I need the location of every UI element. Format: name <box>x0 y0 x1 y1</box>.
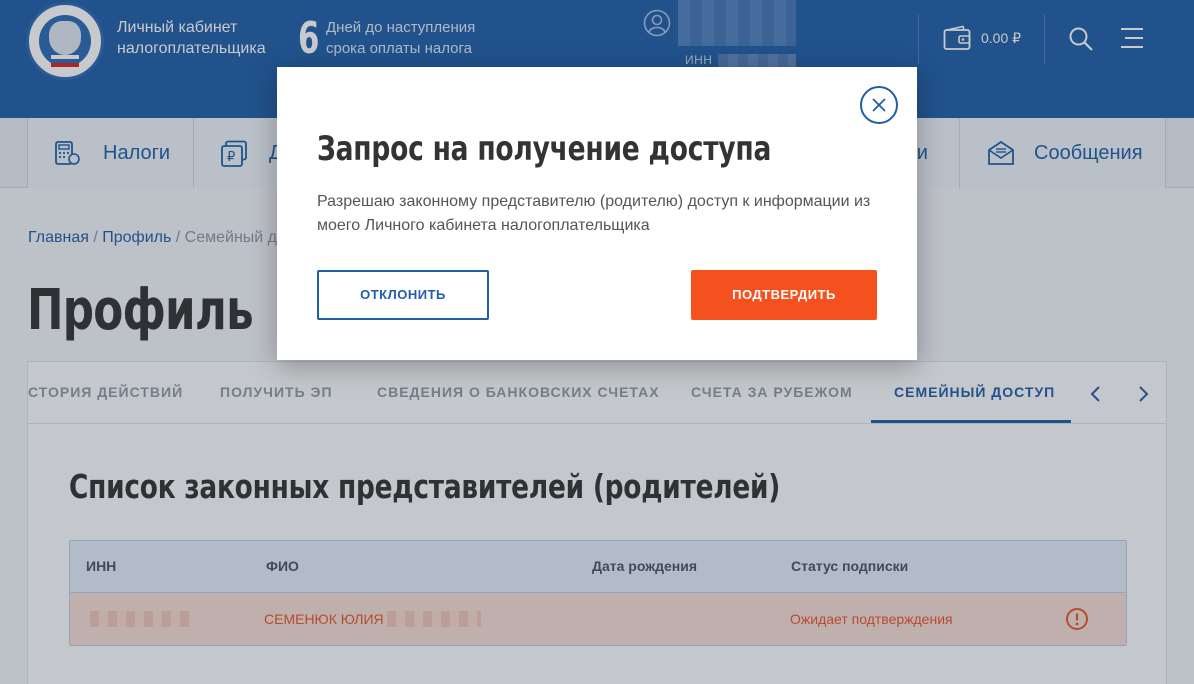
close-icon <box>872 98 886 112</box>
close-button[interactable] <box>860 86 898 124</box>
decline-button[interactable]: ОТКЛОНИТЬ <box>317 270 489 320</box>
modal-text: Разрешаю законному представителю (родите… <box>317 193 871 234</box>
modal-title: Запрос на получение доступа <box>317 129 772 169</box>
confirm-button[interactable]: ПОДТВЕРДИТЬ <box>691 270 877 320</box>
access-request-modal: Запрос на получение доступа Разрешаю зак… <box>277 67 917 360</box>
